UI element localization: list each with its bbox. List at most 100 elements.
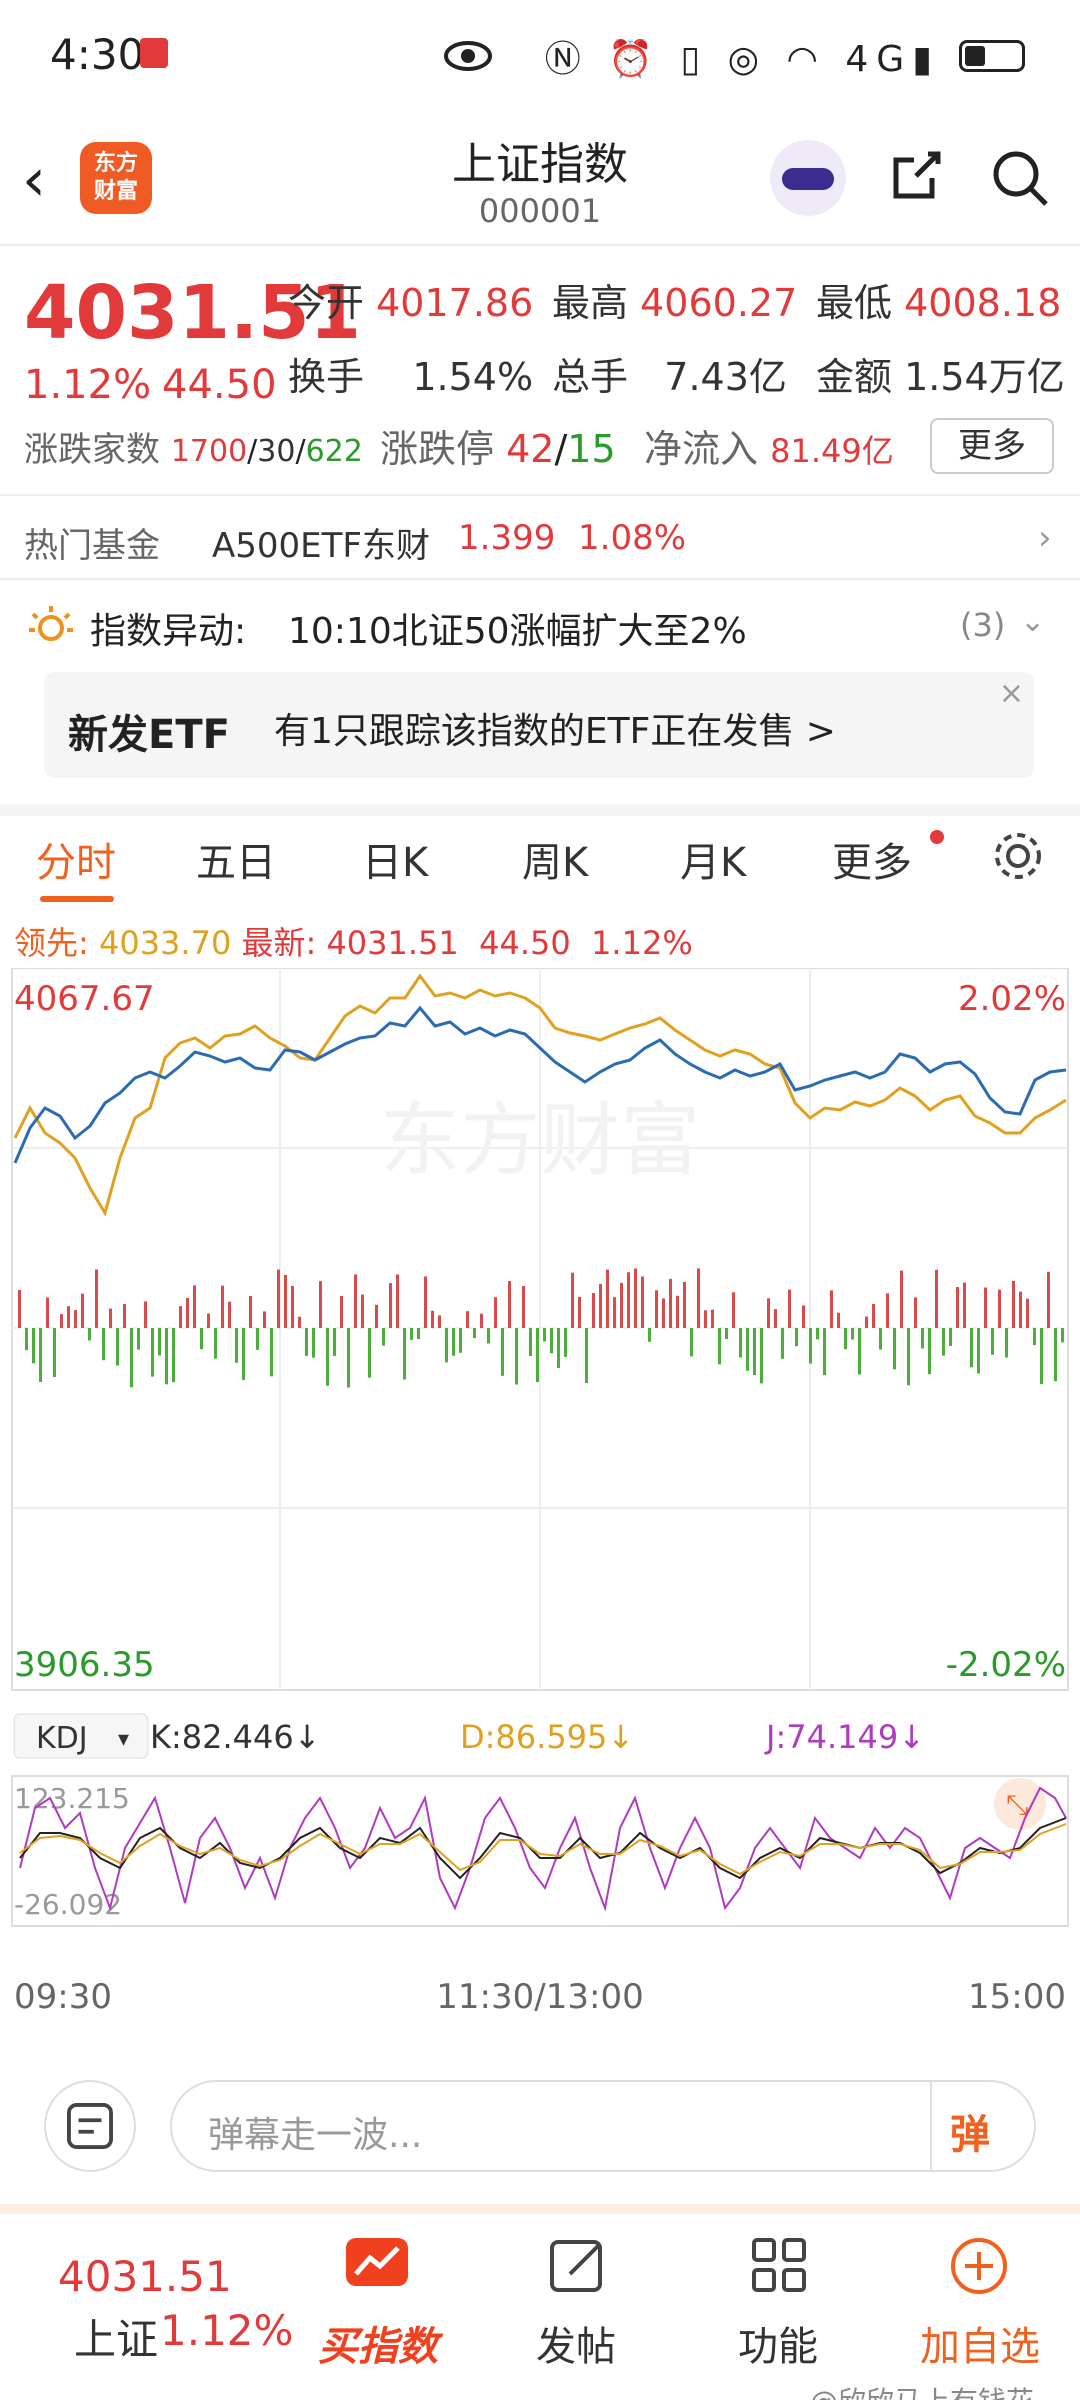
open-field: 今开 4017.86 xyxy=(288,281,534,325)
tab-daily-k[interactable]: 日K xyxy=(362,830,428,888)
low-field: 最低 4008.18 xyxy=(816,281,1062,325)
volume-bar-down xyxy=(137,1328,140,1350)
volume-bar-down xyxy=(879,1328,882,1350)
buy-index-button[interactable]: 买指数 xyxy=(298,2314,458,2372)
volume-bar-down xyxy=(893,1328,896,1370)
divider xyxy=(0,244,1080,246)
volume-bar-down xyxy=(970,1328,973,1368)
tab-intraday[interactable]: 分时 xyxy=(36,830,116,888)
volume-bar-up xyxy=(571,1272,574,1328)
volume-bar-down xyxy=(1033,1328,1036,1346)
volume-bar-down xyxy=(809,1328,812,1364)
volume-bar-up xyxy=(424,1276,427,1328)
kdj-label: KDJ xyxy=(36,1721,88,1756)
volume-bar-down xyxy=(921,1328,924,1349)
hot-fund-price: 1.399 xyxy=(458,518,556,558)
volume-bar-down xyxy=(795,1328,798,1347)
volume-bar-down xyxy=(536,1328,539,1383)
x-label-open: 09:30 xyxy=(14,1977,112,2017)
volume-bar-down xyxy=(452,1328,455,1356)
etf-text: 有1只跟踪该指数的ETF正在发售 > xyxy=(274,711,836,752)
post-button[interactable]: 发帖 xyxy=(496,2314,656,2372)
alert-text: 10:10北证50涨幅扩大至2% xyxy=(288,611,747,652)
volume-bar-up xyxy=(606,1269,609,1328)
volume-bar-up xyxy=(788,1289,791,1328)
lead-line: 领先: 4033.70 最新: 4031.51 44.50 1.12% xyxy=(14,924,693,962)
volume-bar-down xyxy=(753,1328,756,1375)
volume-bar-down xyxy=(543,1328,546,1342)
volume-bar-up xyxy=(207,1313,210,1328)
add-watchlist-button[interactable]: 加自选 xyxy=(900,2314,1060,2372)
danmu-input[interactable]: 弹幕走一波... 弹 xyxy=(170,2080,1036,2172)
pct-top-label: 2.02% xyxy=(958,979,1066,1019)
volume-bar-up xyxy=(711,1309,714,1328)
tab-weekly-k[interactable]: 周K xyxy=(522,830,588,888)
volume-bar-up xyxy=(389,1283,392,1328)
volume-bar-down xyxy=(347,1328,350,1388)
volume-bar-up xyxy=(767,1298,770,1328)
volume-bar-down xyxy=(25,1328,28,1351)
volume-bar-down xyxy=(214,1328,217,1359)
volume-bar-down xyxy=(165,1328,168,1385)
share-icon[interactable] xyxy=(888,148,944,204)
tab-more[interactable]: 更多 xyxy=(832,830,912,888)
volume-bar-down xyxy=(88,1328,91,1341)
volume-bar-up xyxy=(81,1293,84,1328)
volume-bar-down xyxy=(585,1328,588,1383)
volume-bar-up xyxy=(291,1285,294,1328)
volume-bar-up xyxy=(340,1295,343,1328)
volume-bar-down xyxy=(172,1328,175,1383)
bottom-price[interactable]: 4031.51 xyxy=(58,2252,232,2301)
chart-watermark: 东方财富 xyxy=(380,1094,700,1187)
volume-bar-up xyxy=(193,1285,196,1328)
volume-bar-down xyxy=(991,1328,994,1355)
index-alert-row[interactable]: 指数异动: 10:10北证50涨幅扩大至2% (3) ⌄ xyxy=(0,580,1080,670)
volume-bar-up xyxy=(277,1269,280,1328)
volume-bar-up xyxy=(613,1297,616,1328)
more-button[interactable]: 更多 xyxy=(930,418,1054,474)
volume-bar-up xyxy=(375,1304,378,1328)
volume-bar-down xyxy=(501,1328,504,1376)
volume-bar-up xyxy=(228,1301,231,1328)
tab-five-day[interactable]: 五日 xyxy=(196,830,276,888)
kdj-k: K:82.446↓ xyxy=(150,1718,321,1756)
new-dot xyxy=(930,830,944,844)
new-etf-banner[interactable]: 新发ETF 有1只跟踪该指数的ETF正在发售 > × xyxy=(44,672,1034,778)
volume-bar-up xyxy=(837,1312,840,1328)
etf-label: 新发ETF xyxy=(68,712,230,758)
volume-bar-down xyxy=(1005,1328,1008,1358)
volume-bar-down xyxy=(816,1328,819,1340)
volume-bar-up xyxy=(74,1310,77,1328)
volume-bar-up xyxy=(956,1287,959,1328)
hot-fund-row[interactable]: 热门基金 A500ETF东财 1.399 1.08% › xyxy=(0,496,1080,576)
status-bar: 4:30 Ⓝ ⏰ ▯ ◎ ◠ 4G▮ xyxy=(0,0,1080,110)
search-icon[interactable] xyxy=(988,146,1052,210)
volume-bar-up xyxy=(620,1282,623,1328)
volume-bar-up xyxy=(263,1311,266,1328)
intraday-chart[interactable]: 东方财富 4067.67 2.02% 3906.35 -2.02% KDJ ▾ … xyxy=(0,968,1080,2028)
volume-bar-down xyxy=(949,1328,952,1346)
volume-bar-up xyxy=(221,1285,224,1328)
volume-bar-up xyxy=(60,1314,63,1328)
function-button[interactable]: 功能 xyxy=(698,2314,858,2372)
assistant-icon[interactable] xyxy=(770,140,846,216)
ticket-icon[interactable] xyxy=(44,2080,136,2172)
tab-monthly-k[interactable]: 月K xyxy=(680,830,746,888)
volume-bar-up xyxy=(144,1301,147,1328)
volume-bar-down xyxy=(851,1328,854,1340)
volume-bar-down xyxy=(326,1328,329,1386)
volume-bar-up xyxy=(1012,1280,1015,1328)
volume-bar-down xyxy=(256,1328,259,1350)
danmu-send-button[interactable]: 弹 xyxy=(950,2102,990,2160)
settings-icon[interactable] xyxy=(990,828,1046,884)
notification-icon xyxy=(140,38,168,68)
volume-bar-down xyxy=(858,1328,861,1375)
close-icon[interactable]: × xyxy=(999,676,1024,711)
volume-bar-up xyxy=(95,1269,98,1328)
volume-bar-up xyxy=(669,1278,672,1328)
volume-bar-up xyxy=(1019,1291,1022,1328)
pct-bottom-label: -2.02% xyxy=(946,1645,1066,1685)
battery-icon xyxy=(959,40,1025,72)
y-top-label: 4067.67 xyxy=(14,979,155,1019)
volume-bar-down xyxy=(1061,1328,1064,1343)
